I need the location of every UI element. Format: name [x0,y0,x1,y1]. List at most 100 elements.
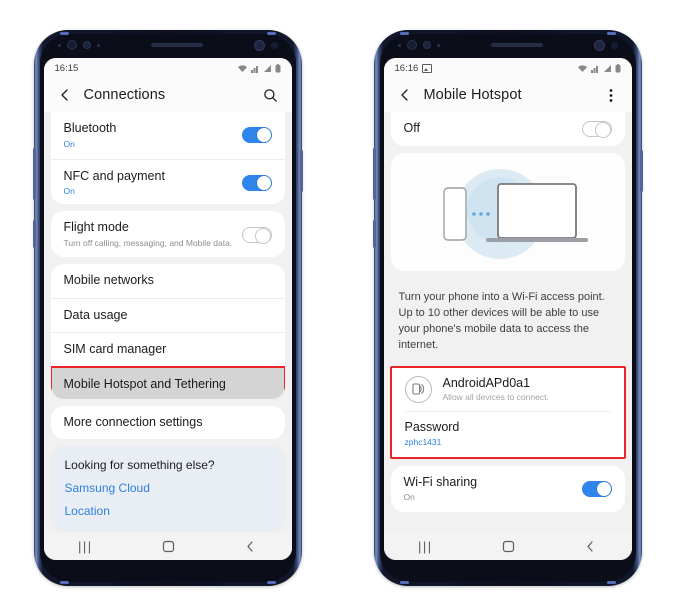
signal-bars-icon [263,64,271,72]
bixby-button[interactable] [372,220,376,248]
looking-title: Looking for something else? [64,458,215,472]
back-arrow-icon[interactable] [396,86,414,104]
power-button[interactable] [299,150,303,192]
frame-highlight [399,581,409,584]
earpiece-speaker [490,43,543,47]
back-arrow-icon[interactable] [56,86,74,104]
hotspot-network-subtitle: Allow all devices to connect. [442,392,549,403]
front-camera-icon [593,39,605,51]
image-icon [422,63,433,73]
page-title: Mobile Hotspot [423,87,522,103]
row-title: NFC and payment [63,168,165,183]
frame-highlight [266,32,276,35]
phones-stage: 16:15 Connections Bluetooth On NFC and p… [0,0,675,616]
status-bar: 16:15 [43,58,292,78]
led-indicator-icon [96,43,100,47]
row-subtitle: Turn off calling, messaging, and Mobile … [63,238,233,249]
page-title: Connections [83,87,166,103]
settings-row-data-usage[interactable]: Data usage [50,297,285,333]
flight-mode-toggle[interactable] [241,226,272,243]
settings-group-toggles: Bluetooth On NFC and payment On [50,112,285,205]
bixby-button[interactable] [32,220,36,248]
row-subtitle: On [63,186,75,197]
row-title: Mobile Hotspot and Tethering [63,377,226,392]
nfc-toggle[interactable] [241,175,272,191]
frame-highlight [606,581,616,584]
wifi-sharing-card: Wi-Fi sharing On [390,465,625,513]
phone-hotspot: 16:16 Mobile Hotspot Off Turn your phone… [372,30,643,586]
row-title: Flight mode [63,220,129,235]
status-bar: 16:16 [383,58,632,78]
hotspot-network-name: AndroidAPd0a1 [442,376,531,391]
recents-icon[interactable]: ||| [418,539,433,554]
search-icon[interactable] [262,86,280,104]
volume-button[interactable] [372,148,376,200]
settings-group-network: Mobile networks Data usage SIM card mana… [50,264,285,400]
more-options-icon[interactable] [602,86,620,104]
back-icon[interactable] [584,540,597,553]
home-icon[interactable] [502,540,515,553]
frame-highlight [399,32,409,35]
settings-row-mobile-hotspot-and-tethering[interactable]: Mobile Hotspot and Tethering [50,366,285,400]
settings-row-sim-card-manager[interactable]: SIM card manager [50,332,285,367]
proximity-sensor-icon [397,43,401,47]
power-button[interactable] [639,150,643,192]
hotspot-master-toggle[interactable] [581,121,612,137]
front-sensor-cluster [384,36,632,54]
link-samsung-cloud[interactable]: Samsung Cloud [65,481,271,495]
recents-icon[interactable]: ||| [78,539,93,554]
row-title: More connection settings [63,415,203,430]
frame-highlight [606,32,616,35]
row-title: Data usage [63,307,128,322]
battery-icon [275,63,280,72]
hotspot-network-row[interactable]: AndroidAPd0a1 Allow all devices to conne… [392,368,624,411]
settings-row-nfc[interactable]: NFC and payment On [50,158,285,205]
settings-row-flight-mode[interactable]: Flight mode Turn off calling, messaging,… [51,211,285,257]
volume-button[interactable] [32,148,36,200]
settings-list[interactable]: Bluetooth On NFC and payment On Flight m… [43,112,292,532]
phone-screen: 16:16 Mobile Hotspot Off Turn your phone… [383,58,632,560]
back-icon[interactable] [244,540,257,553]
bluetooth-toggle[interactable] [241,127,272,144]
signal-bars-icon [603,64,611,72]
proximity-sensor-icon [57,43,61,47]
hotspot-illustration-card [390,153,625,271]
link-location[interactable]: Location [65,504,271,518]
settings-row-more-connection-settings[interactable]: More connection settings [51,406,285,439]
hotspot-page[interactable]: Off Turn your phone into a Wi-Fi access … [383,112,632,532]
master-toggle-card: Off [390,112,625,146]
password-value: zphc1431 [404,436,442,447]
wifi-sharing-toggle[interactable] [581,481,612,498]
frame-highlight [59,32,69,35]
phone-to-laptop-hotspot-illustration [391,161,625,267]
row-title: Wi-Fi sharing [403,474,478,489]
settings-row-wifi-sharing[interactable]: Wi-Fi sharing On [391,466,625,513]
settings-group-more: More connection settings [50,406,285,439]
row-title: Off [403,121,420,136]
looking-for-something-else-card: Looking for something else? Samsung Clou… [50,446,285,532]
signal-icon [590,65,598,73]
light-sensor-icon [82,41,91,49]
battery-icon [615,63,620,72]
signal-icon [250,65,258,73]
settings-row-mobile-networks[interactable]: Mobile networks [51,264,285,298]
row-subtitle: On [403,492,415,503]
row-title: Bluetooth [63,121,117,135]
settings-row-bluetooth[interactable]: Bluetooth On [51,112,285,159]
light-sensor-icon [422,41,431,49]
wifi-icon [237,64,247,72]
navigation-bar: ||| [383,532,632,560]
app-bar-hotspot: Mobile Hotspot [383,78,632,112]
hotspot-password-row[interactable]: Password zphc1431 [392,412,624,457]
iris-scanner-icon [66,40,77,50]
settings-group-flight-mode: Flight mode Turn off calling, messaging,… [50,211,285,258]
sensor-dot-icon [270,41,278,49]
front-sensor-cluster [44,36,292,54]
hotspot-icon [404,375,432,403]
hotspot-master-row[interactable]: Off [391,112,625,146]
home-icon[interactable] [162,540,175,553]
frame-highlight [266,581,276,584]
password-label: Password [404,419,460,434]
hotspot-credentials-box: AndroidAPd0a1 Allow all devices to conne… [389,365,626,459]
wifi-icon [577,64,587,72]
